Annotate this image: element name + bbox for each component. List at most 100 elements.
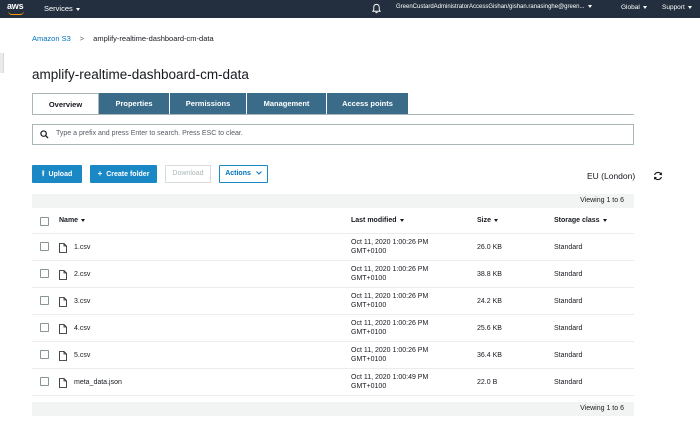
services-label: Services xyxy=(44,4,73,13)
account-menu[interactable]: GreenCustardAdministratorAccessGishan/gi… xyxy=(396,4,592,10)
last-modified: Oct 11, 2020 1:00:26 PM GMT+0100 xyxy=(351,292,461,310)
row-checkbox[interactable] xyxy=(40,323,49,332)
row-checkbox[interactable] xyxy=(40,296,49,305)
search-input[interactable]: Type a prefix and press Enter to search.… xyxy=(32,124,634,145)
chevron-down-icon xyxy=(75,7,80,11)
last-modified-date: Oct 11, 2020 1:00:26 PM xyxy=(351,320,429,327)
file-icon xyxy=(59,378,67,388)
table-row[interactable]: 2.csv Oct 11, 2020 1:00:26 PM GMT+0100 38… xyxy=(32,261,634,288)
bell-icon[interactable] xyxy=(371,3,382,14)
last-modified-tz: GMT+0100 xyxy=(351,275,387,282)
aws-smile-icon xyxy=(8,11,24,15)
select-all-checkbox[interactable] xyxy=(40,217,49,226)
chevron-down-icon xyxy=(587,4,592,8)
download-button[interactable]: Download xyxy=(165,165,211,183)
file-icon xyxy=(59,243,67,253)
column-header-last-modified-label: Last modified xyxy=(351,217,397,224)
file-name-link[interactable]: 1.csv xyxy=(74,244,90,251)
last-modified-date: Oct 11, 2020 1:00:49 PM xyxy=(351,374,429,381)
row-checkbox[interactable] xyxy=(40,377,49,386)
column-header-size[interactable]: Size xyxy=(477,217,499,224)
column-header-size-label: Size xyxy=(477,217,492,224)
file-icon xyxy=(59,351,67,361)
viewing-count-top: Viewing 1 to 6 xyxy=(32,194,634,208)
last-modified-date: Oct 11, 2020 1:00:26 PM xyxy=(351,347,429,354)
row-checkbox[interactable] xyxy=(40,242,49,251)
table-row[interactable]: 4.csv Oct 11, 2020 1:00:26 PM GMT+0100 25… xyxy=(32,315,634,342)
sort-down-icon xyxy=(602,218,607,222)
column-header-last-modified[interactable]: Last modified xyxy=(351,217,404,224)
file-name-link[interactable]: 4.csv xyxy=(74,325,90,332)
last-modified-date: Oct 11, 2020 1:00:26 PM xyxy=(351,239,429,246)
tab-access-points[interactable]: Access points xyxy=(327,93,409,115)
region-menu-label: Global xyxy=(621,4,640,11)
chevron-down-icon xyxy=(255,171,262,175)
breadcrumb-current: amplify-realtime-dashboard-cm-data xyxy=(93,34,214,43)
upload-icon: ⭱ xyxy=(41,169,45,178)
sort-down-icon xyxy=(399,218,404,222)
last-modified-tz: GMT+0100 xyxy=(351,329,387,336)
tab-properties[interactable]: Properties xyxy=(99,93,170,115)
viewing-count-text: Viewing 1 to 6 xyxy=(580,197,624,204)
aws-logo-text: aws xyxy=(7,1,24,11)
tabs-divider xyxy=(32,114,634,115)
search-placeholder: Type a prefix and press Enter to search.… xyxy=(56,130,243,137)
refresh-icon[interactable] xyxy=(653,171,663,181)
actions-dropdown[interactable]: Actions xyxy=(219,165,268,183)
file-name-link[interactable]: meta_data.json xyxy=(74,379,122,386)
chevron-down-icon xyxy=(642,5,647,9)
file-icon xyxy=(59,324,67,334)
last-modified-tz: GMT+0100 xyxy=(351,302,387,309)
top-nav: aws Services GreenCustardAdministratorAc… xyxy=(0,0,700,18)
storage-class: Standard xyxy=(554,325,583,332)
side-panel-handle[interactable] xyxy=(0,53,4,73)
column-header-name[interactable]: Name xyxy=(59,217,86,224)
tab-overview[interactable]: Overview xyxy=(32,93,99,115)
last-modified-tz: GMT+0100 xyxy=(351,356,387,363)
last-modified-tz: GMT+0100 xyxy=(351,248,387,255)
tab-management[interactable]: Management xyxy=(247,93,327,115)
sort-down-icon xyxy=(81,218,86,222)
file-icon xyxy=(59,297,67,307)
chevron-down-icon xyxy=(687,5,692,9)
breadcrumb-root-link[interactable]: Amazon S3 xyxy=(32,34,71,43)
last-modified-date: Oct 11, 2020 1:00:26 PM xyxy=(351,293,429,300)
table-row[interactable]: 1.csv Oct 11, 2020 1:00:26 PM GMT+0100 26… xyxy=(32,234,634,261)
row-checkbox[interactable] xyxy=(40,269,49,278)
bucket-region: EU (London) xyxy=(587,171,636,181)
region-menu[interactable]: Global xyxy=(621,4,647,11)
breadcrumb-separator: > xyxy=(79,34,85,43)
account-label: GreenCustardAdministratorAccessGishan/gi… xyxy=(396,4,585,10)
file-name-link[interactable]: 3.csv xyxy=(74,298,90,305)
create-folder-button[interactable]: + Create folder xyxy=(90,165,157,183)
aws-logo[interactable]: aws xyxy=(7,1,29,16)
storage-class: Standard xyxy=(554,298,583,305)
file-name-link[interactable]: 2.csv xyxy=(74,271,90,278)
column-header-storage-class[interactable]: Storage class xyxy=(554,217,607,224)
breadcrumb: Amazon S3 > amplify-realtime-dashboard-cm-… xyxy=(32,34,214,43)
tab-bar: Overview Properties Permissions Manageme… xyxy=(32,93,409,115)
column-header-storage-class-label: Storage class xyxy=(554,217,600,224)
table-row[interactable]: 3.csv Oct 11, 2020 1:00:26 PM GMT+0100 24… xyxy=(32,288,634,315)
last-modified: Oct 11, 2020 1:00:26 PM GMT+0100 xyxy=(351,265,461,283)
row-checkbox[interactable] xyxy=(40,350,49,359)
file-size: 26.0 KB xyxy=(477,244,502,251)
services-menu[interactable]: Services xyxy=(44,4,80,13)
sort-down-icon xyxy=(494,218,499,222)
support-label: Support xyxy=(662,4,685,11)
actions-label: Actions xyxy=(225,170,251,177)
file-size: 36.4 KB xyxy=(477,352,502,359)
viewing-count-text: Viewing 1 to 6 xyxy=(580,405,624,412)
file-size: 38.8 KB xyxy=(477,271,502,278)
last-modified: Oct 11, 2020 1:00:49 PM GMT+0100 xyxy=(351,373,461,391)
last-modified: Oct 11, 2020 1:00:26 PM GMT+0100 xyxy=(351,346,461,364)
tab-permissions[interactable]: Permissions xyxy=(170,93,247,115)
table-row[interactable]: 5.csv Oct 11, 2020 1:00:26 PM GMT+0100 36… xyxy=(32,342,634,369)
file-name-link[interactable]: 5.csv xyxy=(74,352,90,359)
support-menu[interactable]: Support xyxy=(662,4,692,11)
last-modified: Oct 11, 2020 1:00:26 PM GMT+0100 xyxy=(351,238,461,256)
table-row[interactable]: meta_data.json Oct 11, 2020 1:00:49 PM GM… xyxy=(32,369,634,396)
upload-button[interactable]: ⭱ Upload xyxy=(32,165,82,183)
last-modified: Oct 11, 2020 1:00:26 PM GMT+0100 xyxy=(351,319,461,337)
storage-class: Standard xyxy=(554,352,583,359)
